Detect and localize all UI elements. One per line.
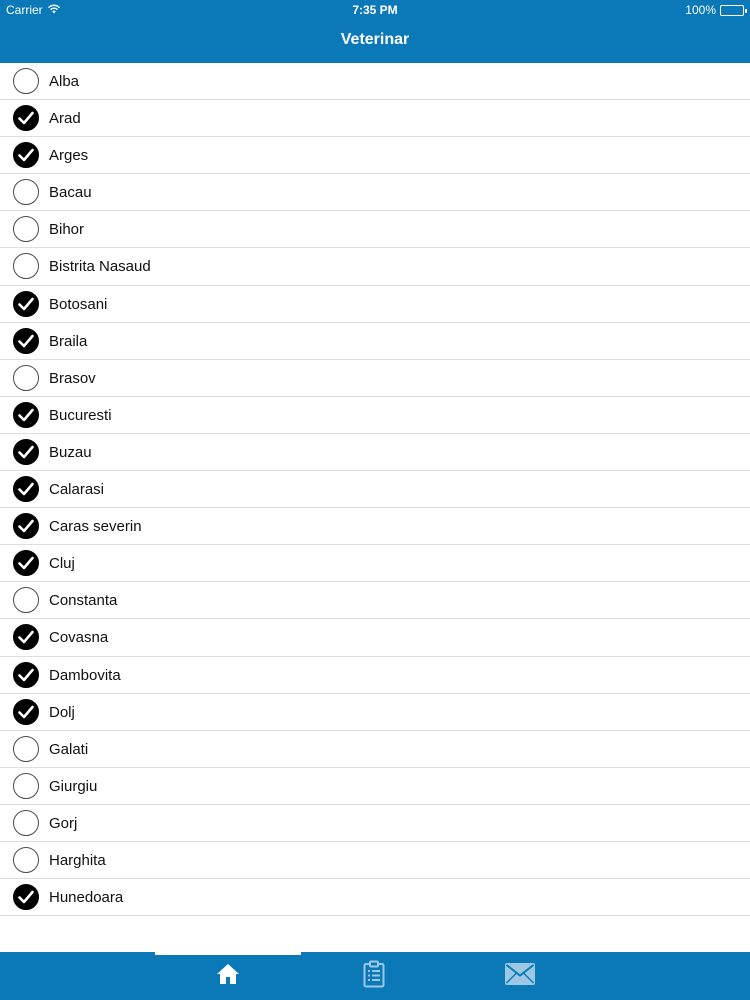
list-item[interactable]: Covasna: [0, 619, 750, 657]
checkmark-icon[interactable]: [13, 624, 39, 651]
checkmark-icon[interactable]: [13, 142, 39, 169]
list-item[interactable]: Botosani: [0, 286, 750, 323]
app-root: Carrier 7:35 PM 100% Veterinar Alba Arad A…: [0, 0, 750, 1000]
list-item-label: Bihor: [49, 221, 85, 239]
county-list: Alba Arad Arges Bacau Bihor Bistrita Nasaud Bo…: [0, 63, 750, 917]
checkmark-icon[interactable]: [13, 68, 39, 94]
list-item[interactable]: Cluj: [0, 545, 750, 583]
list-item-label: Caras severin: [49, 518, 142, 536]
list-item[interactable]: Bucuresti: [0, 397, 750, 434]
header: Carrier 7:35 PM 100% Veterinar: [0, 0, 750, 63]
list-item[interactable]: Dambovita: [0, 657, 750, 694]
list-item[interactable]: Harghita: [0, 842, 750, 880]
checkmark-icon[interactable]: [13, 179, 39, 206]
checkmark-icon[interactable]: [13, 884, 39, 911]
status-time: 7:35 PM: [352, 3, 398, 17]
list-item[interactable]: Braila: [0, 323, 750, 360]
checkmark-icon[interactable]: [13, 327, 39, 354]
tab-bar: [0, 952, 750, 1000]
list-item-label: Hunedoara: [49, 889, 124, 907]
checkmark-icon[interactable]: [13, 513, 39, 540]
checkmark-icon[interactable]: [13, 216, 39, 243]
list-item-label: Braila: [49, 332, 88, 350]
list-item-label: Buzau: [49, 443, 92, 461]
battery-icon: [720, 4, 747, 16]
list-item-label: Dolj: [49, 703, 75, 721]
tab-home[interactable]: [155, 952, 301, 1000]
list-item-label: Alba: [49, 73, 80, 90]
list-item-label: Calarasi: [49, 481, 105, 499]
list-item-label: Bacau: [49, 184, 92, 202]
checkmark-icon[interactable]: [13, 661, 39, 688]
list-item-label: Galati: [49, 740, 89, 758]
checkmark-icon[interactable]: [13, 587, 39, 614]
checkmark-icon[interactable]: [13, 735, 39, 762]
list-item-label: Gorj: [49, 814, 78, 832]
list-item-label: Bucuresti: [49, 406, 112, 424]
list-item-label: Brasov: [49, 369, 96, 387]
list-item[interactable]: Giurgiu: [0, 768, 750, 805]
list-item-label: Cluj: [49, 555, 75, 573]
list-item[interactable]: Calarasi: [0, 471, 750, 509]
list-item-label: Botosani: [49, 295, 108, 313]
checkmark-icon[interactable]: [13, 476, 39, 503]
list-item[interactable]: Bihor: [0, 211, 750, 249]
list-item[interactable]: Bistrita Nasaud: [0, 248, 750, 286]
list-item-label: Covasna: [49, 629, 109, 647]
checkmark-icon[interactable]: [13, 809, 39, 836]
list-item[interactable]: Buzau: [0, 434, 750, 472]
list-item[interactable]: Alba: [0, 63, 750, 101]
checkmark-icon[interactable]: [13, 105, 39, 132]
list-item[interactable]: Bacau: [0, 174, 750, 212]
list-item-label: Arges: [49, 147, 89, 165]
list-item-label: Constanta: [49, 592, 118, 610]
checkmark-icon[interactable]: [13, 772, 39, 799]
battery-indicator: 100%: [685, 3, 747, 17]
list-item[interactable]: Galati: [0, 731, 750, 768]
checkmark-icon[interactable]: [13, 550, 39, 577]
checkmark-icon[interactable]: [13, 401, 39, 428]
list-item-label: Harghita: [49, 851, 106, 869]
checkmark-icon[interactable]: [13, 846, 39, 873]
nav-title: Veterinar: [340, 31, 410, 48]
mail-icon: [505, 962, 535, 990]
list-item[interactable]: Constanta: [0, 582, 750, 620]
tab-mail[interactable]: [447, 952, 593, 1000]
checkmark-icon[interactable]: [13, 698, 39, 725]
checkmark-icon[interactable]: [13, 290, 39, 317]
list-item-label: Dambovita: [49, 666, 121, 684]
status-bar: Carrier 7:35 PM 100%: [0, 0, 750, 20]
list-item[interactable]: Caras severin: [0, 508, 750, 546]
list-item-label: Bistrita Nasaud: [49, 258, 151, 276]
list-item[interactable]: Arad: [0, 100, 750, 138]
checkmark-icon[interactable]: [13, 364, 39, 391]
list-item[interactable]: Arges: [0, 137, 750, 175]
list-item-label: Arad: [49, 110, 81, 128]
checkmark-icon[interactable]: [13, 253, 39, 280]
tab-selected-indicator: [155, 952, 301, 955]
tab-clipboard[interactable]: [301, 952, 447, 1000]
clipboard-icon: [363, 960, 385, 993]
list-item[interactable]: Gorj: [0, 805, 750, 842]
list-item[interactable]: Brasov: [0, 360, 750, 397]
battery-percent: 100%: [685, 3, 716, 17]
list-item[interactable]: Dolj: [0, 694, 750, 731]
list-item[interactable]: Hunedoara: [0, 879, 750, 917]
checkmark-icon[interactable]: [13, 438, 39, 465]
list-item-label: Giurgiu: [49, 777, 98, 795]
home-icon: [216, 963, 240, 990]
